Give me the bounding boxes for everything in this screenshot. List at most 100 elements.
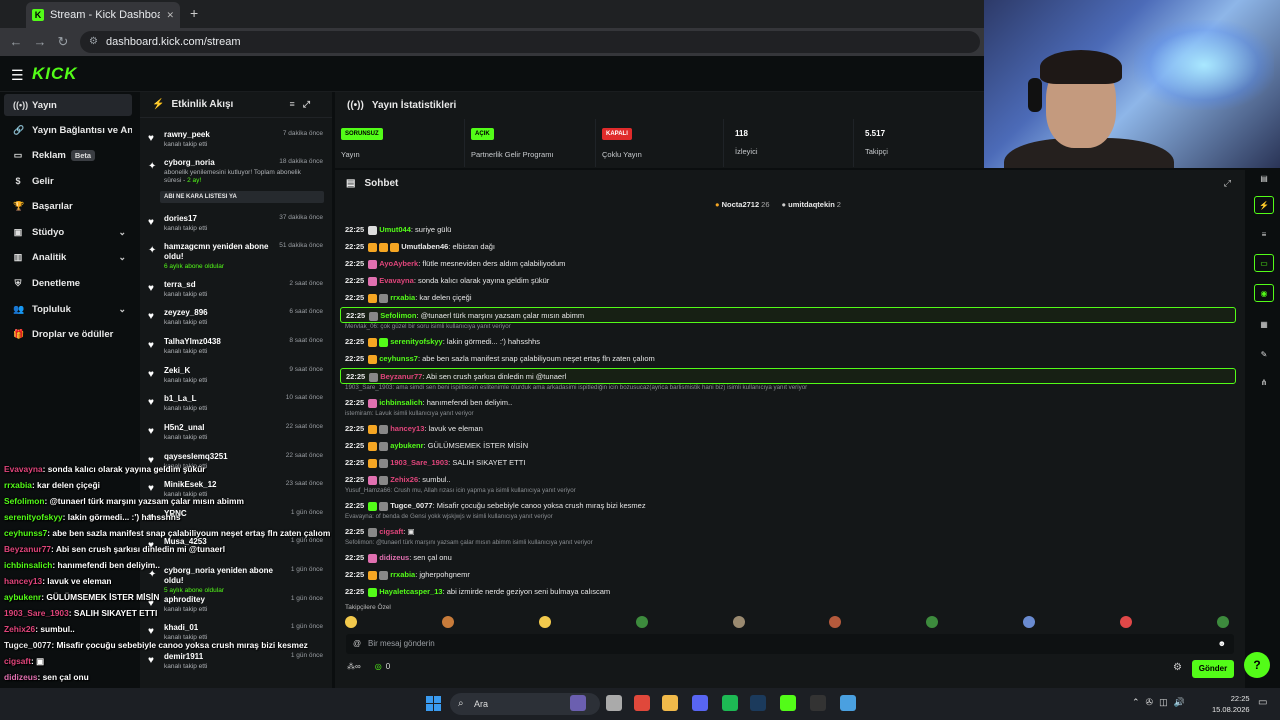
sidebar-item-studio[interactable]: ▣ Stüdyo ⌄	[4, 221, 132, 243]
chat-message[interactable]: 22:25 Tugce_0077: Misafir çocuğu sebebiyl…	[340, 498, 1236, 514]
chevron-down-icon[interactable]: ⌄	[118, 227, 126, 238]
back-arrow-icon[interactable]: ←	[8, 34, 24, 50]
emote-icon[interactable]	[829, 616, 842, 628]
chat-message[interactable]: 22:25 ichbinsalich: hanımefendi ben deliy…	[340, 395, 1236, 411]
emote-icon[interactable]	[1120, 616, 1132, 628]
popout-icon[interactable]: ⤢	[1224, 178, 1231, 189]
rail-collapse-icon[interactable]: ▤	[1254, 170, 1274, 188]
spotify-icon[interactable]	[722, 695, 738, 711]
emote-icon[interactable]	[732, 616, 745, 628]
chat-username[interactable]: Zehix26	[390, 475, 418, 484]
menu-icon[interactable]: ☰	[11, 67, 24, 84]
kick-logo[interactable]: KICK	[32, 64, 78, 84]
chat-message[interactable]: 22:25 serenityofskyy: lakin görmedi... :'…	[340, 334, 1236, 350]
start-button-icon[interactable]	[426, 696, 441, 711]
chat-message[interactable]: 22:25 Zehix26: sumbul..	[340, 472, 1236, 488]
chat-message[interactable]: 22:25 cigsaft: ▣	[340, 524, 1236, 540]
chat-username[interactable]: didizeus	[379, 553, 409, 562]
notepad-icon[interactable]	[840, 695, 856, 711]
url-input[interactable]: ⚙ dashboard.kick.com/stream	[80, 31, 980, 53]
chat-message[interactable]: 22:25 rrxabia: jgherpohgnemr	[340, 567, 1236, 583]
chat-username[interactable]: AyoAyberk	[379, 259, 418, 268]
chat-message[interactable]: 22:25 Umutlaben46: elbistan dağı	[340, 239, 1236, 255]
chat-username[interactable]: serenityofskyy	[390, 337, 443, 346]
rail-wrench-icon[interactable]: ✎	[1254, 346, 1274, 364]
chat-message[interactable]: 22:25 rrxabia: kar delen çiçeği	[340, 290, 1236, 306]
sidebar-item-revenue[interactable]: $ Gelir	[4, 170, 132, 192]
chat-username[interactable]: Hayaletcasper_13	[379, 587, 442, 596]
steam-icon[interactable]	[750, 695, 766, 711]
kick-app-icon[interactable]	[780, 695, 796, 711]
emote-icon[interactable]	[441, 616, 454, 628]
chat-message[interactable]: 22:25 ceyhunss7: abe ben sazla manifest s…	[340, 351, 1236, 367]
rail-list-icon[interactable]: ≡	[1254, 226, 1274, 244]
activity-feed-tools[interactable]: ≡⤢	[290, 99, 318, 110]
emote-icon[interactable]	[926, 616, 939, 628]
chat-username[interactable]: cigsaft	[379, 527, 403, 536]
emoji-picker-icon[interactable]: ☻	[1218, 634, 1226, 654]
notification-icon[interactable]: ▭	[1258, 697, 1267, 708]
copilot-icon[interactable]	[570, 695, 586, 711]
chat-message[interactable]: 22:25 Sefolimon: @tunaerl türk marşını ya…	[340, 307, 1236, 323]
rail-broadcast-icon[interactable]: ◉	[1254, 284, 1274, 302]
sidebar-item-drops[interactable]: 🎁 Droplar ve ödüller	[4, 323, 132, 345]
chat-username[interactable]: Tugce_0077	[390, 501, 432, 510]
emote-icon[interactable]	[1023, 616, 1036, 628]
chat-tools-icon[interactable]: ⁂∞	[347, 662, 361, 671]
top-chatter[interactable]: ● Nocta2712 26	[715, 200, 770, 209]
chat-username[interactable]: Sefolimon	[380, 311, 416, 320]
rail-lightning-icon[interactable]: ⚡	[1254, 196, 1274, 214]
system-tray[interactable]: ⌃✇◫🔊	[1132, 697, 1191, 708]
new-tab-button[interactable]: +	[190, 5, 198, 21]
rail-chat-icon[interactable]: ▭	[1254, 254, 1274, 272]
chat-input[interactable]: @ Bir mesaj gönderin ☻	[346, 634, 1234, 654]
rail-share-icon[interactable]: ⋔	[1254, 374, 1274, 392]
rail-stack-icon[interactable]: ▦	[1254, 316, 1274, 334]
chat-message[interactable]: 22:25 Hayaletcasper_13: abi izmirde nerde…	[340, 584, 1236, 600]
chat-username[interactable]: Umutlaben46	[401, 242, 448, 251]
chat-message[interactable]: 22:25 Evavayna: sonda kalıcı olarak yayın…	[340, 273, 1236, 289]
site-info-icon[interactable]: ⚙	[89, 31, 98, 53]
forward-arrow-icon[interactable]: →	[32, 34, 48, 50]
chevron-down-icon[interactable]: ⌄	[118, 304, 126, 315]
mention-icon[interactable]: @	[353, 634, 361, 654]
taskview-icon[interactable]	[606, 695, 622, 711]
chevron-down-icon[interactable]: ⌄	[118, 252, 126, 263]
chat-username[interactable]: Evavayna	[379, 276, 414, 285]
sidebar-item-trophy[interactable]: 🏆 Başarılar	[4, 195, 132, 217]
chat-username[interactable]: Beyzanur77	[380, 372, 422, 381]
chat-username[interactable]: ichbinsalich	[379, 398, 422, 407]
emote-icon[interactable]	[345, 616, 357, 628]
chat-message[interactable]: 22:25 1903_Sare_1903: SALIH SIKAYET ETTI	[340, 455, 1236, 471]
chat-username[interactable]: aybukenr	[390, 441, 423, 450]
chat-message[interactable]: 22:25 Umut044: suriye gülü	[340, 222, 1236, 238]
chat-username[interactable]: ceyhunss7	[379, 354, 418, 363]
chat-username[interactable]: 1903_Sare_1903	[390, 458, 448, 467]
explorer-icon[interactable]	[662, 695, 678, 711]
taskbar-clock[interactable]: 22:25 15.08.2026	[1212, 693, 1250, 715]
help-button[interactable]: ?	[1244, 652, 1270, 678]
chat-message[interactable]: 22:25 AyoAyberk: flütle mesneviden ders a…	[340, 256, 1236, 272]
emote-icon[interactable]	[538, 616, 551, 628]
browser-tab[interactable]: K Stream - Kick Dashboard ✕	[26, 2, 180, 28]
sidebar-item-community[interactable]: 👥 Topluluk ⌄	[4, 298, 132, 320]
channel-points-icon[interactable]: ◎	[375, 662, 382, 671]
chat-username[interactable]: hancey13	[390, 424, 424, 433]
emote-icon[interactable]	[635, 616, 648, 628]
chat-message[interactable]: 22:25 Beyzanur77: Abi sen crush şarkısı d…	[340, 368, 1236, 384]
reload-icon[interactable]: ↻	[55, 34, 71, 50]
chat-settings-icon[interactable]: ⚙	[1173, 662, 1182, 673]
sidebar-item-broadcast[interactable]: ((•)) Yayın	[4, 94, 132, 116]
sidebar-item-link[interactable]: 🔗 Yayın Bağlantısı ve Anahtarı	[4, 119, 132, 141]
obs-icon[interactable]	[810, 695, 826, 711]
sidebar-item-moderation[interactable]: ⛨ Denetleme	[4, 272, 132, 294]
chrome-icon[interactable]	[634, 695, 650, 711]
sidebar-item-analytics[interactable]: ▥ Analitik ⌄	[4, 246, 132, 268]
chat-username[interactable]: rrxabia	[390, 570, 415, 579]
top-chatter[interactable]: ● umitdaqtekin 2	[782, 200, 841, 209]
close-tab-icon[interactable]: ✕	[166, 10, 174, 21]
chat-username[interactable]: rrxabia	[390, 293, 415, 302]
chat-message[interactable]: 22:25 aybukenr: GÜLÜMSEMEK İSTER MİSİN	[340, 438, 1236, 454]
send-button[interactable]: Gönder	[1192, 660, 1234, 678]
chat-message[interactable]: 22:25 hancey13: lavuk ve eleman	[340, 421, 1236, 437]
